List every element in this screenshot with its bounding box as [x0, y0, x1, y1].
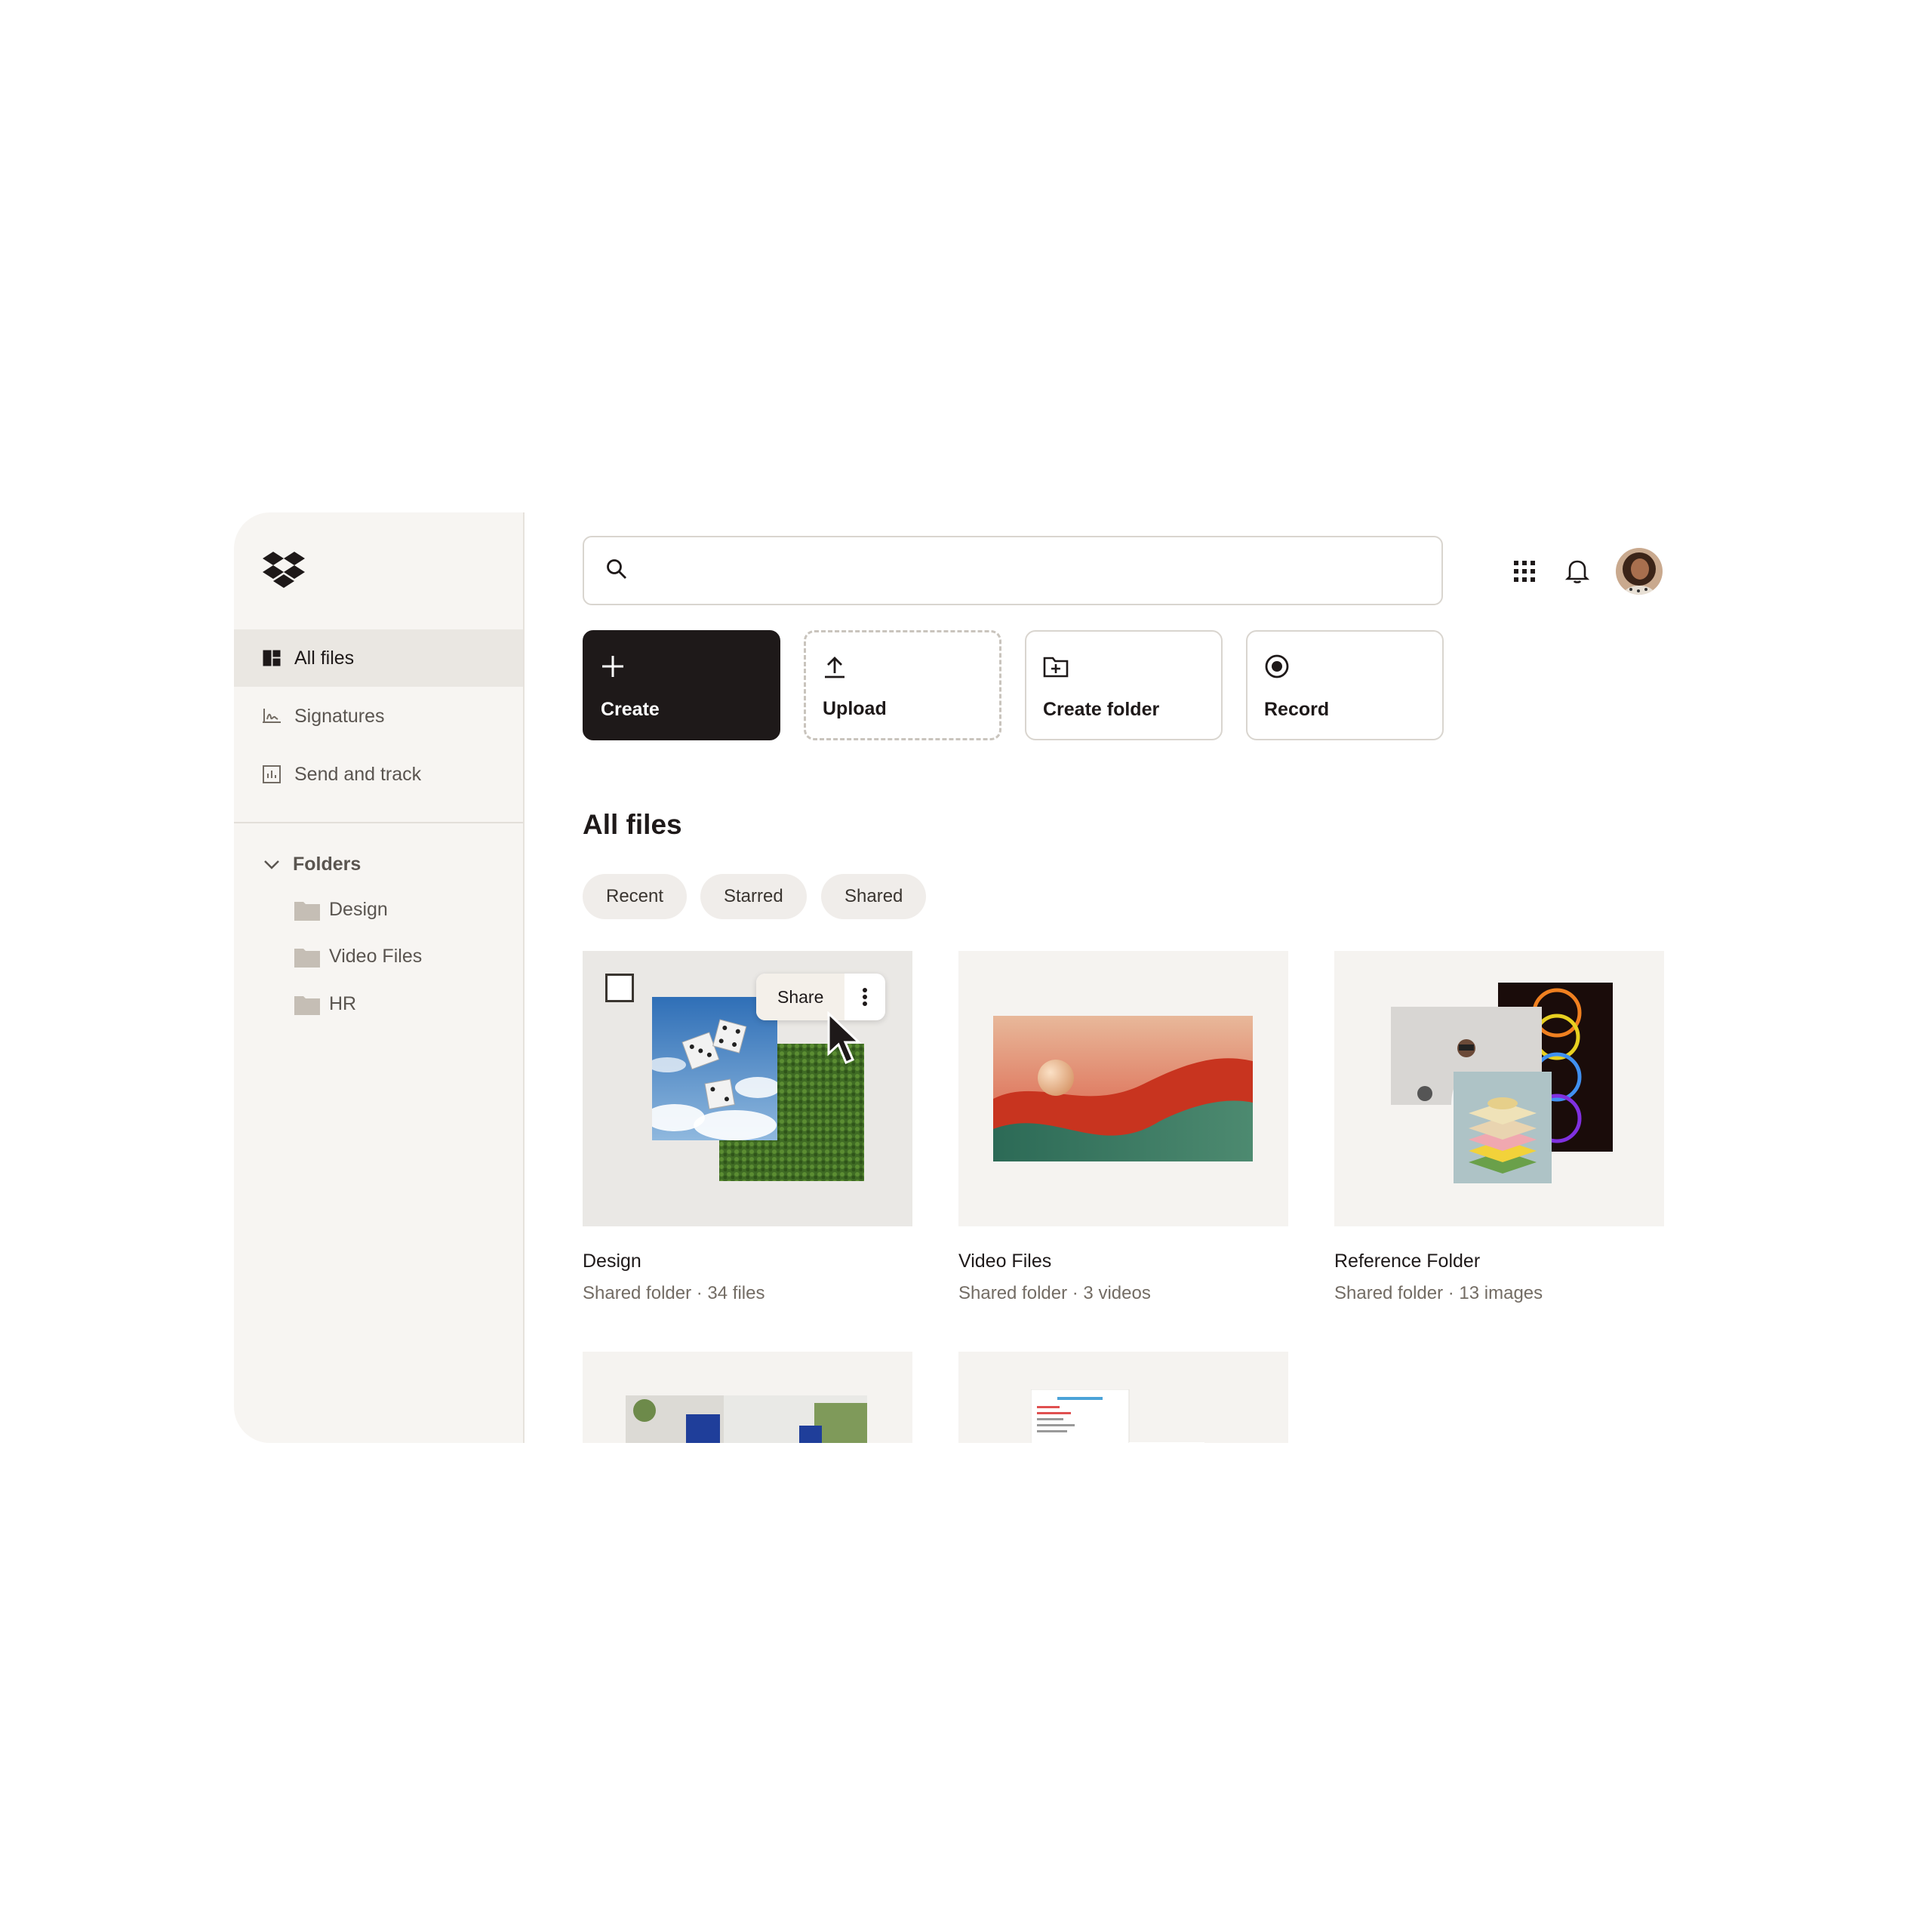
sidebar-item-label: All files [294, 647, 355, 669]
folder-label: Design [329, 899, 388, 920]
record-label: Record [1264, 699, 1330, 720]
folder-card-partial[interactable] [583, 1352, 912, 1443]
dice-sky-image [652, 997, 777, 1140]
all-files-icon [261, 648, 282, 669]
record-button[interactable]: Record [1246, 630, 1444, 740]
abstract-wave-image [993, 1016, 1253, 1161]
bell-icon[interactable] [1555, 549, 1600, 594]
document-preview-image [1031, 1389, 1204, 1443]
card-meta: Shared folder · 3 videos [958, 1283, 1151, 1303]
sidebar-item-signatures[interactable]: Signatures [234, 688, 523, 745]
share-menu: Share [756, 974, 886, 1020]
page-title: All files [583, 809, 682, 840]
document-card-partial[interactable] [958, 1352, 1288, 1443]
sidebar-item-send-and-track[interactable]: Send and track [234, 746, 523, 803]
signature-icon [261, 706, 282, 727]
filter-recent[interactable]: Recent [583, 874, 688, 919]
filter-shared[interactable]: Shared [821, 874, 927, 919]
sidebar-folder-design[interactable]: Design [294, 899, 388, 921]
create-button[interactable]: Create [583, 630, 780, 740]
folder-card-reference-folder[interactable]: Reference Folder Shared folder · 13 imag… [1334, 951, 1664, 1304]
create-folder-label: Create folder [1043, 699, 1160, 720]
filter-starred[interactable]: Starred [700, 874, 807, 919]
card-meta: Shared folder · 34 files [583, 1283, 765, 1303]
search-icon [605, 558, 628, 584]
folder-plus-icon [1043, 651, 1073, 681]
dropbox-logo-icon[interactable] [263, 552, 305, 588]
upload-icon [823, 652, 853, 682]
card-title: Design [583, 1251, 641, 1272]
select-checkbox[interactable] [605, 974, 634, 1002]
sidebar: All files Signatures Send and track Fold… [234, 512, 525, 1443]
folders-toggle[interactable]: Folders [261, 854, 361, 875]
record-icon [1264, 651, 1294, 681]
folder-thumbnail: Share [583, 951, 912, 1226]
folder-label: Video Files [329, 946, 423, 967]
search-bar[interactable] [583, 536, 1443, 605]
search-input[interactable] [641, 558, 1441, 583]
layered-blocks-image [1454, 1072, 1552, 1183]
sidebar-item-all-files[interactable]: All files [234, 629, 523, 687]
folder-card-video-files[interactable]: Video Files Shared folder · 3 videos [958, 951, 1288, 1304]
card-title: Reference Folder [1334, 1251, 1481, 1272]
card-meta: Shared folder · 13 images [1334, 1283, 1543, 1303]
card-title: Video Files [958, 1251, 1052, 1272]
sidebar-folder-hr[interactable]: HR [294, 993, 356, 1015]
create-folder-button[interactable]: Create folder [1025, 630, 1223, 740]
app-grid-icon[interactable] [1502, 549, 1547, 594]
plus-icon [601, 651, 631, 681]
folder-icon [294, 900, 320, 921]
folder-thumbnail [958, 951, 1288, 1226]
sidebar-folder-video-files[interactable]: Video Files [294, 946, 422, 968]
sidebar-divider [234, 822, 523, 823]
folder-thumbnail [1334, 951, 1664, 1226]
sidebar-item-label: Signatures [294, 705, 385, 727]
send-track-icon [261, 764, 282, 785]
mouse-cursor-icon [827, 1011, 862, 1064]
upload-button[interactable]: Upload [804, 630, 1001, 740]
building-photo-image [626, 1395, 867, 1443]
folder-icon [294, 994, 320, 1015]
folders-label: Folders [293, 854, 361, 875]
folder-icon [294, 946, 320, 968]
chevron-down-icon [261, 854, 282, 875]
create-label: Create [601, 699, 660, 720]
folder-card-design[interactable]: Share Design Shared folder · 34 files [583, 951, 912, 1304]
avatar[interactable] [1616, 548, 1663, 595]
sidebar-item-label: Send and track [294, 763, 422, 785]
upload-label: Upload [823, 698, 887, 719]
app-window: All files Signatures Send and track Fold… [234, 512, 1698, 1443]
folder-label: HR [329, 993, 357, 1014]
